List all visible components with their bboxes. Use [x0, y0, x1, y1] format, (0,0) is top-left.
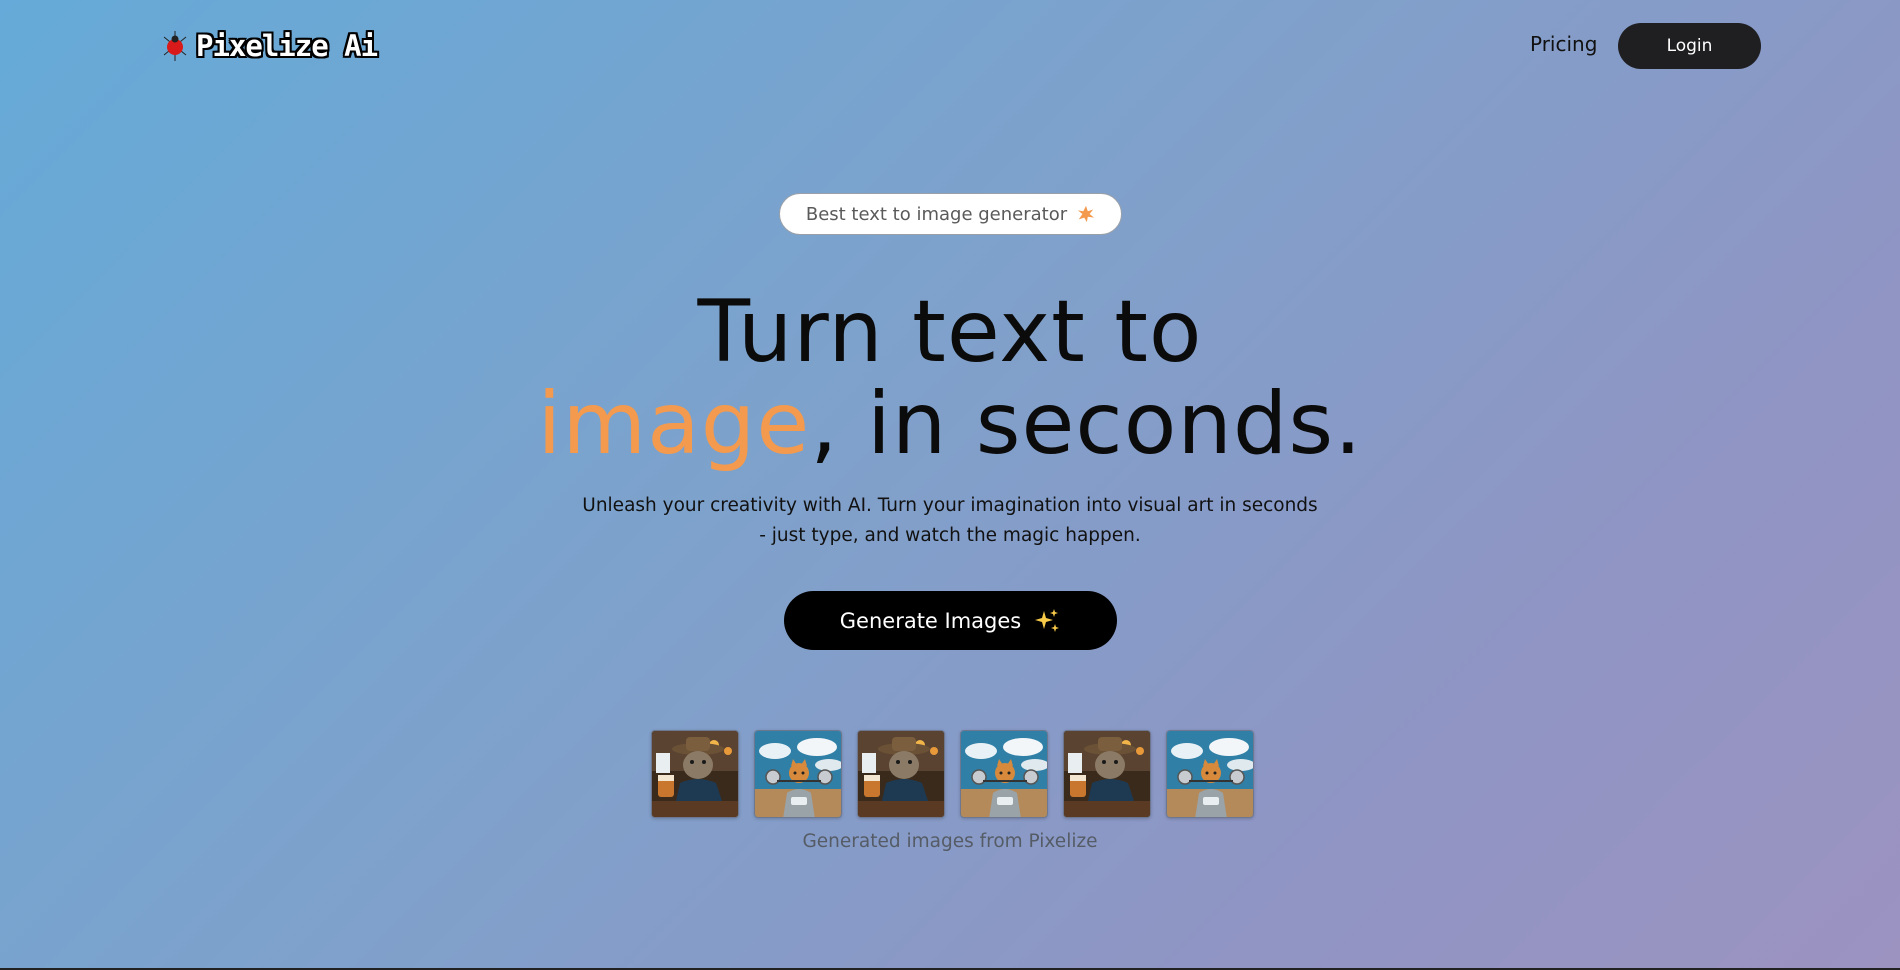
hero-headline-rest: , in seconds.: [810, 374, 1363, 474]
cat-cowboy-image: [858, 731, 944, 817]
generate-images-button[interactable]: Generate Images: [784, 591, 1117, 650]
gallery-image-cat-cowboy[interactable]: [651, 730, 739, 818]
cat-scooter-image: [1167, 731, 1253, 817]
hero-headline-line1: Turn text to: [697, 282, 1203, 382]
site-header: Pixelize Ai Pricing Login: [0, 0, 1900, 94]
ladybug-logo-icon: [163, 31, 187, 61]
hero-accent-word: image: [537, 374, 811, 474]
badge-text: Best text to image generator: [805, 203, 1068, 225]
star-burst-icon: [1078, 205, 1095, 223]
sparkles-icon: [1035, 608, 1060, 632]
generate-images-label: Generate Images: [839, 608, 1022, 633]
cat-cowboy-image: [1064, 731, 1150, 817]
cat-scooter-image: [755, 731, 841, 817]
generated-images-gallery: [651, 730, 1254, 818]
cat-scooter-image: [961, 731, 1047, 817]
gallery-image-cat-cowboy[interactable]: [857, 730, 945, 818]
tagline-badge: Best text to image generator: [779, 193, 1122, 235]
brand-name: Pixelize Ai: [196, 29, 378, 63]
gallery-image-cat-scooter[interactable]: [1166, 730, 1254, 818]
hero-headline-line2: image, in seconds.: [0, 374, 1900, 474]
hero-subtitle: Unleash your creativity with AI. Turn yo…: [582, 495, 1318, 546]
nav-link-pricing[interactable]: Pricing: [1530, 32, 1597, 56]
gallery-image-cat-scooter[interactable]: [754, 730, 842, 818]
gallery-image-cat-cowboy[interactable]: [1063, 730, 1151, 818]
gallery-caption: Generated images from Pixelize: [802, 831, 1098, 852]
brand-logo[interactable]: Pixelize Ai: [160, 28, 378, 64]
gallery-image-cat-scooter[interactable]: [960, 730, 1048, 818]
login-button[interactable]: Login: [1618, 23, 1761, 69]
cat-cowboy-image: [652, 731, 738, 817]
